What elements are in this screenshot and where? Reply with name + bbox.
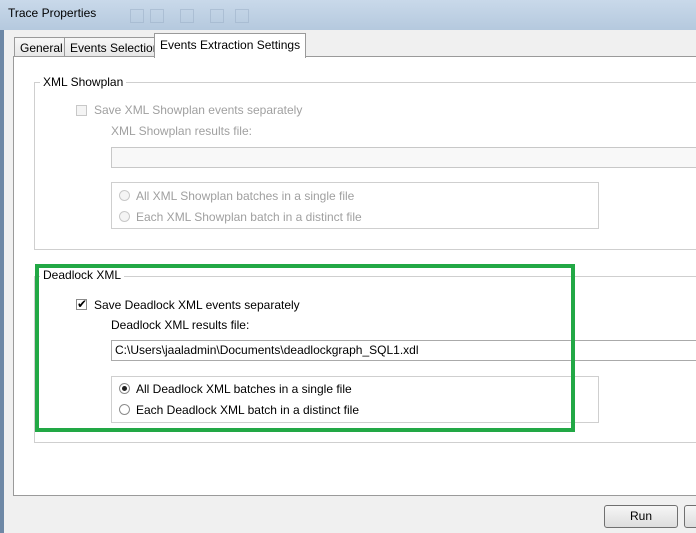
showplan-results-label: XML Showplan results file:	[111, 124, 252, 138]
window-edge	[0, 30, 4, 533]
title-bar[interactable]: Trace Properties	[0, 0, 696, 31]
save-showplan-label: Save XML Showplan events separately	[94, 103, 303, 117]
showplan-single-file-label: All XML Showplan batches in a single fil…	[136, 189, 355, 203]
tab-general[interactable]: General	[14, 37, 69, 57]
highlight-box	[35, 264, 575, 432]
run-button[interactable]: Run	[604, 505, 678, 528]
partial-button[interactable]	[684, 505, 696, 528]
toolbar-ghost-icon	[235, 9, 249, 23]
showplan-single-file-radio[interactable]	[119, 190, 130, 201]
toolbar-ghost-icon	[180, 9, 194, 23]
window-title: Trace Properties	[8, 6, 97, 20]
save-showplan-checkbox[interactable]	[76, 105, 87, 116]
tab-events-selection[interactable]: Events Selection	[64, 37, 166, 57]
showplan-results-file-input[interactable]	[111, 147, 696, 168]
showplan-distinct-file-radio[interactable]	[119, 211, 130, 222]
xml-showplan-legend: XML Showplan	[40, 75, 127, 89]
showplan-distinct-file-label: Each XML Showplan batch in a distinct fi…	[136, 210, 362, 224]
tab-events-extraction-settings[interactable]: Events Extraction Settings	[154, 33, 307, 58]
toolbar-ghost-icon	[150, 9, 164, 23]
toolbar-ghost-icon	[210, 9, 224, 23]
toolbar-ghost-icon	[130, 9, 144, 23]
